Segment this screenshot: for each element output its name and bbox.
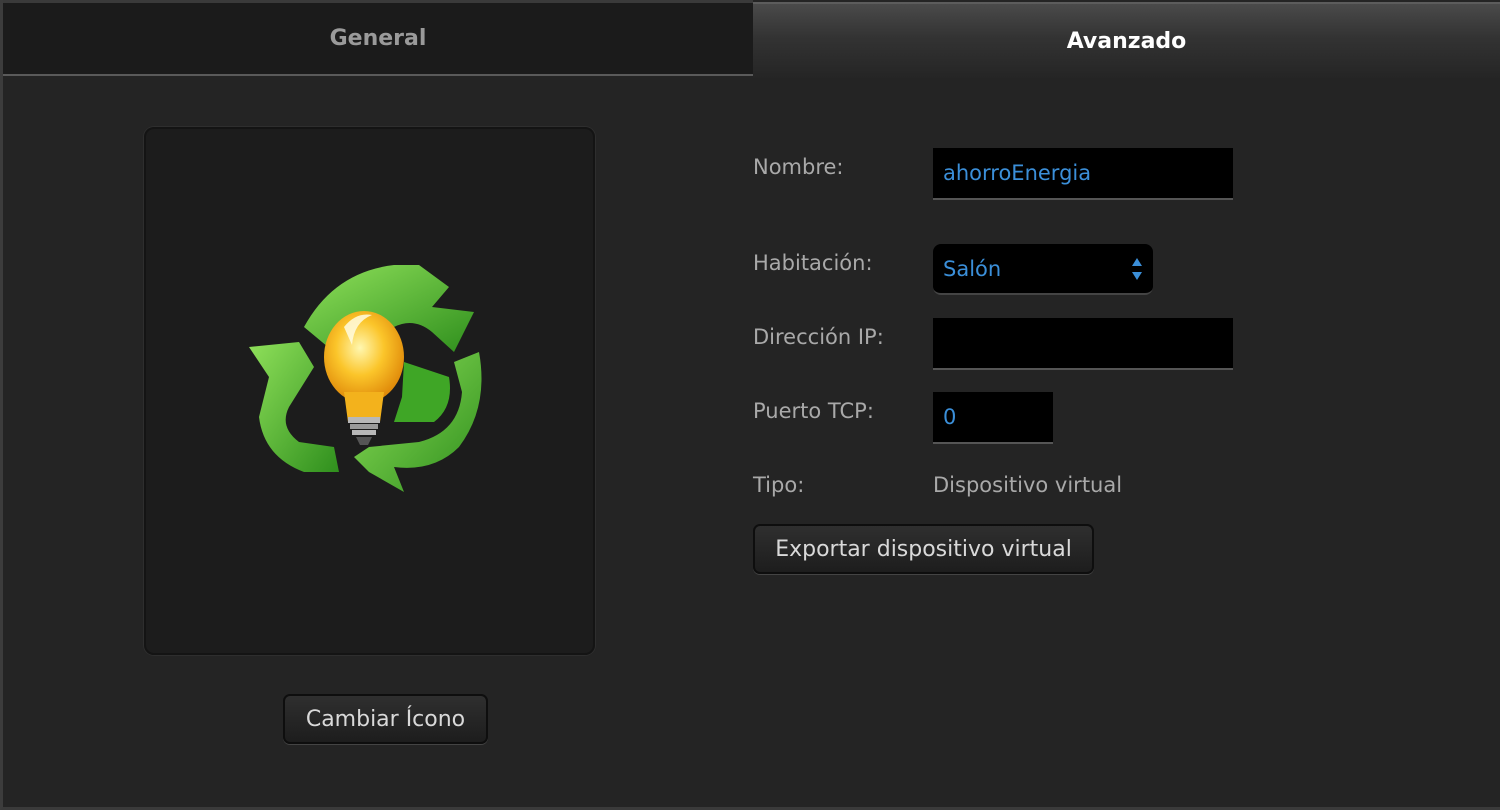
recycle-lightbulb-icon (249, 265, 482, 492)
name-label: Nombre: (753, 155, 844, 179)
change-icon-button[interactable]: Cambiar Ícono (283, 694, 488, 744)
device-icon-panel (144, 127, 595, 655)
export-virtual-device-button[interactable]: Exportar dispositivo virtual (753, 524, 1094, 574)
tab-advanced[interactable]: Avanzado (753, 2, 1500, 78)
tab-general[interactable]: General (3, 0, 753, 76)
tab-bar: General Avanzado (0, 0, 1500, 78)
name-field[interactable]: ahorroEnergia (933, 148, 1233, 200)
room-select-value: Salón (943, 256, 1002, 281)
type-value: Dispositivo virtual (933, 473, 1123, 497)
port-field[interactable]: 0 (933, 392, 1053, 444)
ip-field[interactable] (933, 318, 1233, 370)
port-label: Puerto TCP: (753, 399, 874, 423)
select-arrows-icon (1132, 258, 1142, 280)
ip-label: Dirección IP: (753, 325, 884, 349)
room-select[interactable]: Salón (933, 244, 1153, 295)
type-label: Tipo: (753, 473, 805, 497)
room-label: Habitación: (753, 251, 873, 275)
